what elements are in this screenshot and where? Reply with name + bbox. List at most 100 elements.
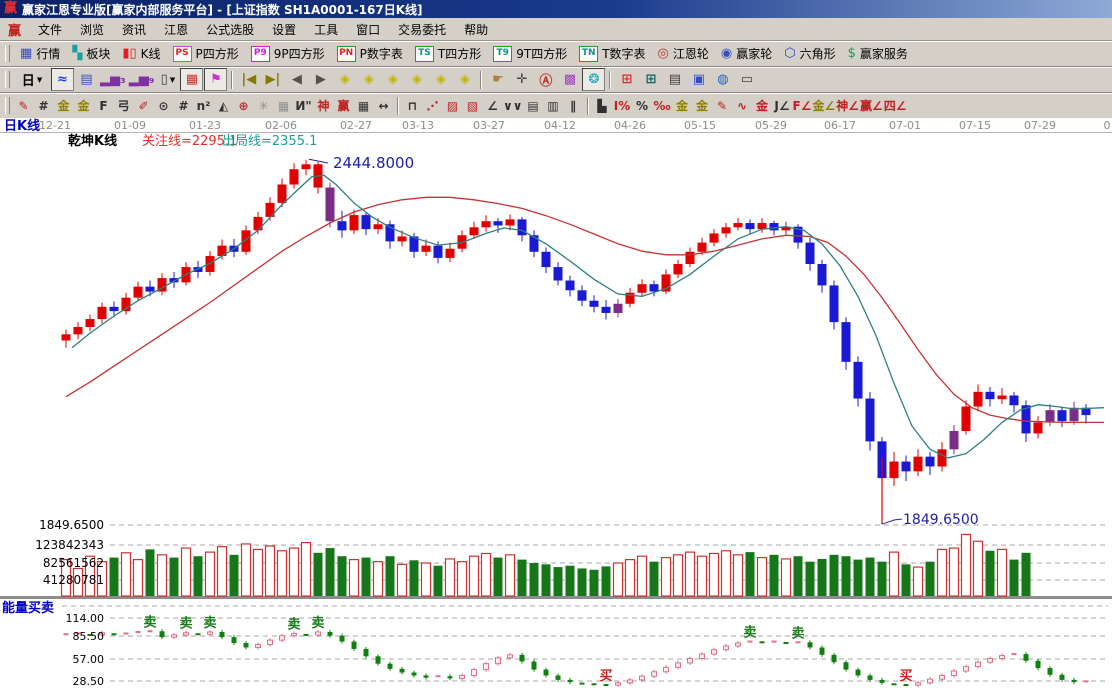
menu-item-4[interactable]: 公式选股	[197, 19, 263, 40]
toolbar-button-sectors[interactable]: ▚板块	[67, 44, 115, 63]
grid-dark-icon[interactable]: ▦	[354, 96, 373, 116]
pattern-icon[interactable]: ▩	[558, 68, 581, 91]
chart-3-icon[interactable]: ▂▅₃	[99, 68, 127, 91]
wave-n-icon[interactable]: И"	[294, 96, 313, 116]
save-icon[interactable]: ▣	[687, 68, 710, 91]
si-angle-icon[interactable]: 四∠	[884, 96, 907, 116]
menu-item-8[interactable]: 交易委托	[389, 19, 455, 40]
menu-item-1[interactable]: 浏览	[71, 19, 113, 40]
hash2-icon[interactable]: #	[174, 96, 193, 116]
h-arrows-icon[interactable]: ↔	[374, 96, 393, 116]
pencil-icon[interactable]: ✎	[14, 96, 33, 116]
bow-grid-icon[interactable]: 弓	[114, 96, 133, 116]
toolbar-button-9t-square[interactable]: T99T四方形	[488, 44, 572, 63]
menu-item-5[interactable]: 设置	[263, 19, 305, 40]
f-grid-icon[interactable]: F	[94, 96, 113, 116]
gold-circ-icon[interactable]: 金	[673, 96, 692, 116]
menu-item-3[interactable]: 江恩	[155, 19, 197, 40]
toolbar-button-9p-square[interactable]: P99P四方形	[246, 44, 330, 63]
diamond-in-icon[interactable]: ◈	[405, 68, 428, 91]
period-selector[interactable]: 日▼	[14, 68, 50, 91]
n2-icon[interactable]: n²	[194, 96, 213, 116]
permille-icon[interactable]: ‰	[653, 96, 672, 116]
gold-angle-icon[interactable]: 金∠	[813, 96, 836, 116]
ying-angle-icon[interactable]: 赢∠	[860, 96, 883, 116]
zigzag-icon[interactable]: ∨∨	[503, 96, 523, 116]
fan-lines-icon[interactable]: ⋰	[423, 96, 442, 116]
wheel-gray-icon[interactable]: ✳	[254, 96, 273, 116]
info-panel-icon[interactable]: ▤	[75, 68, 98, 91]
toolbar-button-p-square[interactable]: PSP四方形	[168, 44, 244, 63]
toolbar-button-winner-wheel[interactable]: ◉赢家轮	[716, 44, 777, 63]
matrix-icon[interactable]: ⊞	[639, 68, 662, 91]
first-page-icon[interactable]: |◀	[237, 68, 260, 91]
menu-item-7[interactable]: 窗口	[347, 19, 389, 40]
prev-icon[interactable]: ◀	[285, 68, 308, 91]
toolbar-button-gann-wheel[interactable]: ◎江恩轮	[653, 44, 714, 63]
toolbar-grip[interactable]	[5, 45, 10, 62]
toolbar-button-t-table[interactable]: TNT数字表	[574, 44, 650, 63]
flag-icon[interactable]: ⚑	[204, 68, 227, 91]
toolbar-grip[interactable]	[5, 97, 10, 114]
zoom-a-icon[interactable]: Ⓐ	[534, 68, 557, 91]
ying-icon[interactable]: 赢	[334, 96, 353, 116]
grid-red-1-icon[interactable]: ▨	[443, 96, 462, 116]
grid-gray-icon[interactable]: ▦	[274, 96, 293, 116]
hist-icon[interactable]: ▙	[593, 96, 612, 116]
circle-rule-icon[interactable]: ⊙	[154, 96, 173, 116]
pct-red-icon[interactable]: Ⅰ%	[613, 96, 632, 116]
target-icon[interactable]: ⊕	[234, 96, 253, 116]
shen-icon[interactable]: 神	[314, 96, 333, 116]
print-icon[interactable]: ▭	[735, 68, 758, 91]
j-angle-icon[interactable]: J∠	[773, 96, 792, 116]
f-angle-icon[interactable]: F∠	[793, 96, 812, 116]
next-icon[interactable]: ▶	[309, 68, 332, 91]
lines-1-icon[interactable]: ▤	[524, 96, 543, 116]
toolbar-grip[interactable]	[5, 71, 10, 88]
menu-item-6[interactable]: 工具	[305, 19, 347, 40]
red-grid-icon[interactable]: ▦	[180, 68, 203, 91]
diamond-right-icon[interactable]: ◈	[357, 68, 380, 91]
toolbar-button-t-square[interactable]: TST四方形	[410, 44, 486, 63]
lines-2-icon[interactable]: ▥	[544, 96, 563, 116]
pen-red-icon[interactable]: ✐	[134, 96, 153, 116]
menu-item-0[interactable]: 文件	[29, 19, 71, 40]
shen-angle-icon[interactable]: 神∠	[836, 96, 859, 116]
diamond-left-icon[interactable]: ◈	[333, 68, 356, 91]
line-style-icon[interactable]: ≈	[51, 68, 74, 91]
grid-red-2-icon[interactable]: ▧	[463, 96, 482, 116]
last-page-icon[interactable]: ▶|	[261, 68, 284, 91]
hash-icon[interactable]: #	[34, 96, 53, 116]
gold-red-icon[interactable]: 金	[753, 96, 772, 116]
gold-lines-icon[interactable]: 金	[693, 96, 712, 116]
angle-a-icon[interactable]: ◭	[214, 96, 233, 116]
angle-icon[interactable]: ∠	[483, 96, 502, 116]
candle-type-icon[interactable]: ▯▼	[156, 68, 179, 91]
measure-icon[interactable]: ✎	[713, 96, 732, 116]
box-rule-icon[interactable]: ⊓	[403, 96, 422, 116]
calendar-21-icon[interactable]: ⊞	[615, 68, 638, 91]
toolbar-button-p-table[interactable]: PNP数字表	[332, 44, 408, 63]
diamond-out-icon[interactable]: ◈	[429, 68, 452, 91]
toolbar-button-winner-service[interactable]: $赢家服务	[843, 44, 913, 63]
gold-grid-2-icon[interactable]: 金	[74, 96, 93, 116]
toolbar-button-quotes[interactable]: ▦行情	[15, 44, 65, 63]
gold-grid-1-icon[interactable]: 金	[54, 96, 73, 116]
slashes-icon[interactable]: ∥	[564, 96, 583, 116]
sell-signal-marker: 卖	[791, 625, 804, 641]
kline-chart[interactable]: 卖卖卖卖卖买卖卖买12-2101-0901-2302-0602-2703-130…	[0, 118, 1112, 688]
diamond-cross-icon[interactable]: ◈	[453, 68, 476, 91]
save-net-icon[interactable]: ◍	[711, 68, 734, 91]
wave-red-icon[interactable]: ∿	[733, 96, 752, 116]
notes-icon[interactable]: ▤	[663, 68, 686, 91]
crosshair-icon[interactable]: ✛	[510, 68, 533, 91]
toolbar-button-hexagon[interactable]: ⬡六角形	[779, 44, 840, 63]
diamond-h-icon[interactable]: ◈	[381, 68, 404, 91]
menu-item-9[interactable]: 帮助	[455, 19, 497, 40]
chart-9-icon[interactable]: ▂▅₉	[128, 68, 156, 91]
brain-icon[interactable]: ❂	[582, 68, 605, 91]
pct-icon[interactable]: %	[633, 96, 652, 116]
menu-item-2[interactable]: 资讯	[113, 19, 155, 40]
hand-tool-icon[interactable]: ☛	[486, 68, 509, 91]
toolbar-button-kline[interactable]: ▮▯K线	[117, 44, 165, 63]
